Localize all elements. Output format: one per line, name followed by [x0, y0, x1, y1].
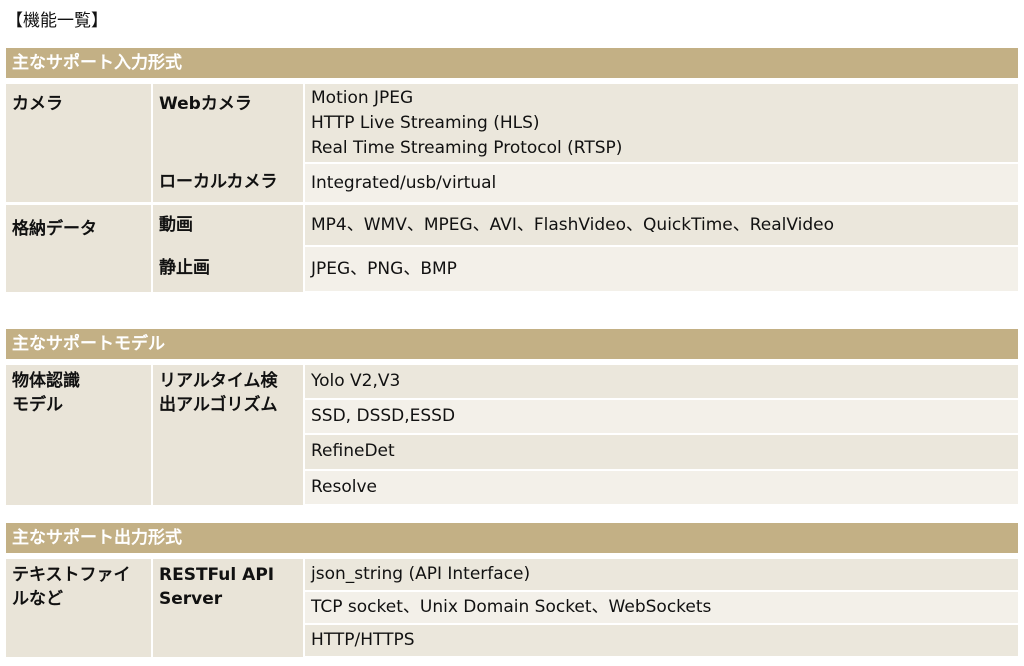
- section-title: 主なサポートモデル: [6, 329, 1018, 365]
- section-models: 主なサポートモデル 物体認識 モデル リアルタイム検 出アルゴリズム Yolo …: [6, 329, 1018, 507]
- value-cell: Yolo V2,V3: [304, 365, 1018, 401]
- value-cell: TCP socket、Unix Domain Socket、WebSockets: [304, 591, 1018, 625]
- page-title: 【機能一覧】: [6, 11, 108, 31]
- subcategory-cell: 動画: [152, 202, 305, 246]
- value-cell: SSD, DSSD,ESSD: [304, 399, 1018, 436]
- section-title: 主なサポート出力形式: [6, 523, 1018, 559]
- models-table: 物体認識 モデル リアルタイム検 出アルゴリズム Yolo V2,V3 SSD,…: [6, 365, 1018, 507]
- value-line: Real Time Streaming Protocol (RTSP): [311, 138, 623, 158]
- subcategory-cell: RESTFul API Server: [152, 559, 305, 657]
- category-cell: テキストファイ ルなど: [6, 559, 153, 657]
- value-line: HTTP Live Streaming (HLS): [311, 113, 540, 133]
- section-input-formats: 主なサポート入力形式 カメラ Webカメラ Motion JPEG HTTP L…: [6, 48, 1018, 293]
- category-cell: 物体認識 モデル: [6, 365, 153, 505]
- value-cell: Resolve: [304, 469, 1018, 507]
- input-formats-table: カメラ Webカメラ Motion JPEG HTTP Live Streami…: [6, 84, 1018, 293]
- value-cell: MP4、WMV、MPEG、AVI、FlashVideo、QuickTime、Re…: [304, 202, 1018, 247]
- value-cell: JPEG、PNG、BMP: [304, 246, 1018, 293]
- category-cell: 格納データ: [6, 202, 153, 292]
- value-cell: Integrated/usb/virtual: [304, 163, 1018, 205]
- subcategory-cell: 静止画: [152, 246, 305, 292]
- value-cell: RefineDet: [304, 434, 1018, 471]
- value-cell: Motion JPEG HTTP Live Streaming (HLS) Re…: [304, 84, 1018, 164]
- subcategory-cell: ローカルカメラ: [152, 163, 305, 204]
- value-cell: json_string (API Interface): [304, 559, 1018, 592]
- section-title: 主なサポート入力形式: [6, 48, 1018, 84]
- section-output-formats: 主なサポート出力形式 テキストファイ ルなど RESTFul API Serve…: [6, 523, 1018, 658]
- subcategory-cell: リアルタイム検 出アルゴリズム: [152, 365, 305, 505]
- output-formats-table: テキストファイ ルなど RESTFul API Server json_stri…: [6, 559, 1018, 658]
- category-cell: カメラ: [6, 84, 153, 204]
- value-line: Motion JPEG: [311, 88, 414, 108]
- value-cell: HTTP/HTTPS: [304, 624, 1018, 658]
- subcategory-cell: Webカメラ: [152, 84, 305, 163]
